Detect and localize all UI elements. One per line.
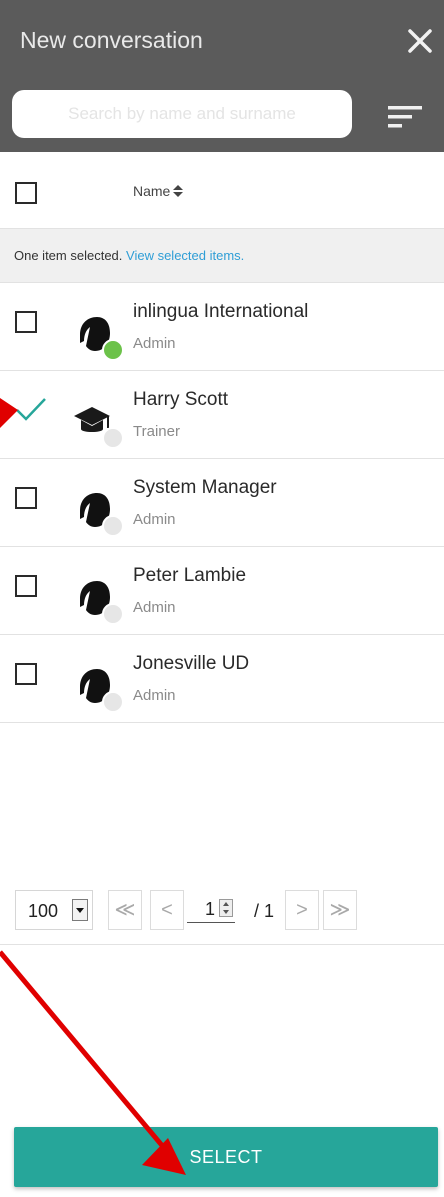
selection-bar: One item selected. View selected items. — [0, 229, 444, 283]
contact-role: Trainer — [133, 423, 180, 440]
row-checkbox[interactable] — [15, 311, 37, 333]
next-page-button[interactable]: > — [285, 890, 319, 930]
checkmark-icon[interactable] — [14, 396, 48, 424]
view-selected-link[interactable]: View selected items. — [126, 248, 244, 263]
header-bar: New conversation — [0, 0, 444, 152]
close-button[interactable] — [404, 25, 436, 57]
first-page-button[interactable]: ≪ — [108, 890, 142, 930]
list-item[interactable]: inlingua International Admin — [0, 283, 444, 371]
contact-name: inlingua International — [133, 301, 309, 322]
name-column-label: Name — [133, 183, 171, 199]
page-size-value: 100 — [28, 901, 59, 921]
pagination: 100 ≪ < 1 / 1 > ≫ — [0, 875, 444, 945]
last-page-button[interactable]: ≫ — [323, 890, 357, 930]
select-button[interactable]: SELECT — [14, 1127, 438, 1187]
selection-text: One item selected. — [14, 248, 123, 263]
contact-name: System Manager — [133, 477, 277, 498]
arrow-to-select-button — [0, 950, 172, 1157]
row-checkbox[interactable] — [15, 487, 37, 509]
status-indicator — [102, 603, 124, 625]
contact-role: Admin — [133, 599, 176, 616]
status-indicator — [102, 515, 124, 537]
table-header: Name — [0, 152, 444, 229]
list-item[interactable]: Peter Lambie Admin — [0, 547, 444, 635]
contact-role: Admin — [133, 335, 176, 352]
prev-page-button[interactable]: < — [150, 890, 184, 930]
sort-arrows-icon — [173, 185, 184, 197]
name-column-header[interactable]: Name — [133, 183, 184, 199]
page-number-input[interactable]: 1 — [187, 897, 235, 923]
list-item[interactable]: Jonesville UD Admin — [0, 635, 444, 723]
contact-role: Admin — [133, 511, 176, 528]
page-number-value: 1 — [204, 899, 215, 919]
sort-button[interactable] — [388, 104, 424, 130]
status-indicator — [102, 691, 124, 713]
page-size-select[interactable]: 100 — [15, 890, 93, 930]
row-checkbox[interactable] — [15, 663, 37, 685]
contact-name: Jonesville UD — [133, 653, 250, 674]
list-item[interactable]: System Manager Admin — [0, 459, 444, 547]
contact-name: Harry Scott — [133, 389, 229, 410]
list-item[interactable]: Harry Scott Trainer — [0, 371, 444, 459]
page-total: / 1 — [254, 901, 275, 921]
status-indicator — [102, 339, 124, 361]
close-icon — [408, 29, 432, 53]
row-checkbox[interactable] — [15, 575, 37, 597]
select-all-checkbox[interactable] — [15, 182, 37, 204]
sort-icon — [388, 106, 422, 128]
stepper-icon[interactable] — [219, 899, 233, 917]
chevron-down-icon — [72, 899, 88, 921]
contact-role: Admin — [133, 687, 176, 704]
search-input[interactable] — [12, 90, 352, 138]
status-indicator — [102, 427, 124, 449]
dialog-title: New conversation — [20, 27, 203, 53]
contact-name: Peter Lambie — [133, 565, 247, 586]
